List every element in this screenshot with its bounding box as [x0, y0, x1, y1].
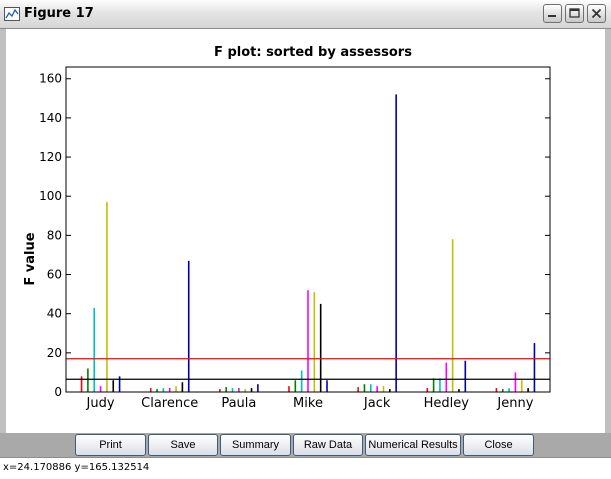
chart-window-icon	[4, 6, 20, 22]
f-plot-chart: F plot: sorted by assessors F value 0 20 4…	[23, 45, 551, 411]
button-bar: Print Save Summary Raw Data Numerical Re…	[0, 433, 611, 457]
x-category-label: Judy	[86, 396, 115, 411]
maximize-button[interactable]	[565, 4, 584, 23]
y-tick-label: 0	[54, 385, 62, 399]
chart-title: F plot: sorted by assessors	[214, 45, 412, 60]
save-button[interactable]: Save	[148, 434, 218, 456]
status-bar: x=24.170886 y=165.132514	[0, 457, 611, 479]
maximize-icon	[569, 8, 580, 18]
y-tick-label: 60	[47, 268, 62, 282]
y-tick-label: 160	[39, 72, 62, 86]
minimize-icon	[548, 15, 556, 17]
window-title: Figure 17	[24, 6, 94, 21]
x-category-label: Clarence	[141, 396, 198, 411]
raw-data-button[interactable]: Raw Data	[293, 434, 363, 456]
print-button[interactable]: Print	[75, 434, 146, 456]
minimize-button[interactable]	[543, 4, 562, 23]
cursor-coordinates: x=24.170886 y=165.132514	[3, 462, 150, 473]
summary-button[interactable]: Summary	[220, 434, 291, 456]
y-tick-label: 140	[39, 111, 62, 125]
y-tick-label: 80	[47, 228, 62, 242]
y-tick-label: 120	[39, 150, 62, 164]
y-tick-label: 100	[39, 189, 62, 203]
x-category-label: Mike	[293, 396, 323, 411]
figure-canvas[interactable]: F plot: sorted by assessors F value 0 20 4…	[6, 29, 605, 433]
close-button[interactable]: Close	[463, 434, 534, 456]
close-window-button[interactable]	[587, 4, 606, 23]
window-titlebar[interactable]: Figure 17	[0, 0, 611, 29]
x-category-label: Jack	[363, 396, 391, 411]
y-tick-label: 20	[47, 346, 62, 360]
numerical-results-button[interactable]: Numerical Results	[365, 434, 461, 456]
y-axis-label: F value	[23, 232, 38, 285]
x-category-label: Jenny	[496, 396, 533, 411]
x-category-label: Hedley	[424, 396, 470, 411]
x-category-label: Paula	[221, 396, 256, 411]
close-icon	[591, 8, 602, 19]
y-tick-label: 40	[47, 307, 62, 321]
